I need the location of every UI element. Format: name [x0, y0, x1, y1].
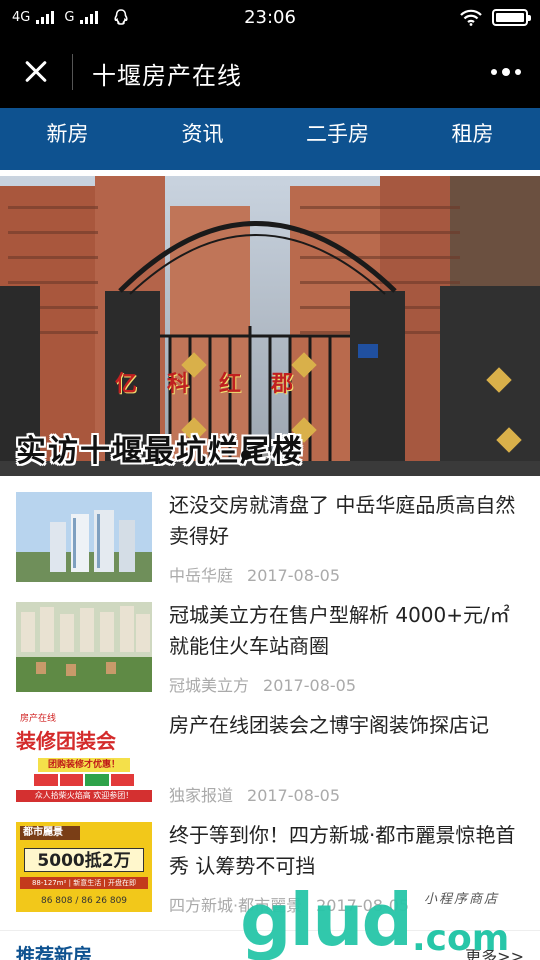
- thumb-brand: 都市麗景: [20, 826, 80, 840]
- news-thumbnail: [16, 602, 152, 692]
- banner-carousel[interactable]: 亿科红郡 实访十堰最坑烂尾楼: [0, 176, 540, 476]
- nav-item-second-hand[interactable]: 二手房: [270, 108, 405, 170]
- carousel-dot-active[interactable]: [241, 450, 251, 460]
- nav-item-rental[interactable]: 租房: [405, 108, 540, 170]
- news-source: 独家报道: [169, 786, 234, 805]
- news-source: 四方新城·都市麗景: [169, 896, 303, 915]
- news-item[interactable]: 冠城美立方在售户型解析 4000+元/㎡就能住火车站商圈 冠城美立方 2017-0…: [0, 588, 540, 698]
- status-time: 23:06: [244, 7, 296, 28]
- status-bar: 4G G 23:06: [0, 0, 540, 36]
- page-title: 十堰房产在线: [92, 62, 242, 90]
- thumb-footer: 众人拾柴火焰高 欢迎参团！: [16, 790, 152, 802]
- recommended-section-header: 推荐新房 更多>>: [0, 930, 540, 960]
- news-title: 终于等到你！四方新城·都市麗景惊艳首秀 认筹势不可挡: [169, 823, 516, 878]
- close-icon[interactable]: [14, 50, 58, 94]
- banner-arch-text: 亿科红郡: [115, 372, 324, 397]
- carousel-dot[interactable]: [262, 451, 270, 459]
- news-thumbnail: 房产在线 装修团装会 团购装修才优惠！ 众人拾柴火焰高 欢迎参团！: [16, 712, 152, 802]
- news-source: 冠城美立方: [169, 676, 250, 695]
- news-meta: 冠城美立方 2017-08-05: [169, 672, 356, 696]
- nav-item-new-homes[interactable]: 新房: [0, 108, 135, 170]
- news-item[interactable]: 房产在线 装修团装会 团购装修才优惠！ 众人拾柴火焰高 欢迎参团！ 房产在线团装…: [0, 698, 540, 808]
- news-date: 2017-08-05: [247, 786, 340, 805]
- section-title: 推荐新房: [16, 945, 93, 960]
- banner-caption: 实访十堰最坑烂尾楼: [16, 434, 304, 469]
- nav-item-news[interactable]: 资讯: [135, 108, 270, 170]
- news-title: 冠城美立方在售户型解析 4000+元/㎡就能住火车站商圈: [169, 603, 510, 658]
- thumb-buttons: [34, 774, 134, 786]
- title-bar: 十堰房产在线: [0, 36, 540, 108]
- more-icon[interactable]: [486, 58, 526, 86]
- wifi-icon: [460, 9, 482, 26]
- news-date: 2017-08-05: [247, 566, 340, 585]
- news-thumbnail: [16, 492, 152, 582]
- thumb-subline: 团购装修才优惠！: [38, 758, 130, 772]
- news-item[interactable]: 都市麗景 5000抵2万 88-127m² | 新意生活 | 开盘在即 86 8…: [0, 808, 540, 918]
- status-right: [460, 9, 531, 26]
- thumb-headline: 5000抵2万: [24, 848, 144, 872]
- news-meta: 四方新城·都市麗景 2017-08-05: [169, 892, 409, 916]
- news-meta: 独家报道 2017-08-05: [169, 782, 340, 806]
- title-divider: [72, 54, 73, 90]
- news-meta: 中岳华庭 2017-08-05: [169, 562, 340, 586]
- battery-icon: [492, 9, 531, 26]
- category-nav: 新房 资讯 二手房 租房: [0, 108, 540, 170]
- thumb-brand: 房产在线: [16, 712, 152, 726]
- news-title: 房产在线团装会之博宇阁装饰探店记: [169, 713, 489, 737]
- more-link[interactable]: 更多>>: [465, 943, 524, 960]
- news-thumbnail: 都市麗景 5000抵2万 88-127m² | 新意生活 | 开盘在即 86 8…: [16, 822, 152, 912]
- news-title: 还没交房就清盘了 中岳华庭品质高自然卖得好: [169, 493, 516, 548]
- news-source: 中岳华庭: [169, 566, 234, 585]
- news-item[interactable]: 还没交房就清盘了 中岳华庭品质高自然卖得好 中岳华庭 2017-08-05: [0, 478, 540, 588]
- news-date: 2017-08-05: [316, 896, 410, 915]
- thumb-headline: 装修团装会: [16, 729, 116, 753]
- thumb-phone: 86 808 / 86 26 809: [40, 896, 128, 906]
- thumb-subline: 88-127m² | 新意生活 | 开盘在即: [20, 877, 148, 889]
- news-date: 2017-08-05: [263, 676, 356, 695]
